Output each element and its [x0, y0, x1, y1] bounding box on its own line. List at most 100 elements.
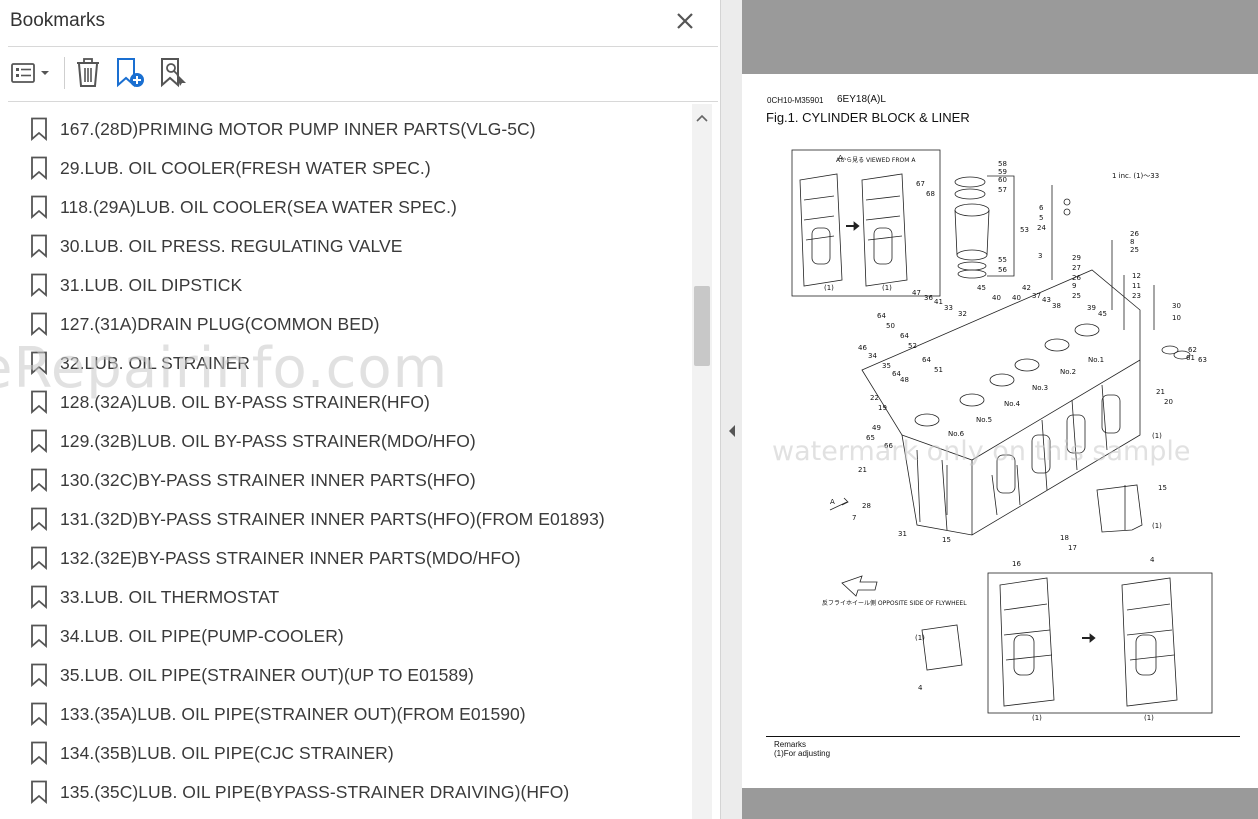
svg-text:40: 40	[992, 294, 1001, 302]
bookmark-item[interactable]: 134.(35B)LUB. OIL PIPE(CJC STRAINER)	[0, 734, 690, 773]
svg-text:36: 36	[924, 294, 933, 302]
svg-text:11: 11	[1132, 282, 1141, 290]
svg-text:29: 29	[1072, 254, 1081, 262]
svg-text:No.1: No.1	[1088, 356, 1104, 364]
bookmarks-toolbar	[0, 47, 720, 101]
svg-text:68: 68	[926, 190, 935, 198]
bookmark-label: 31.LUB. OIL DIPSTICK	[60, 275, 243, 295]
remarks-text: (1)For adjusting	[774, 749, 831, 758]
bookmark-item[interactable]: 167.(28D)PRIMING MOTOR PUMP INNER PARTS(…	[0, 110, 690, 149]
svg-text:17: 17	[1068, 544, 1077, 552]
svg-text:21: 21	[858, 466, 867, 474]
svg-text:37: 37	[1032, 292, 1041, 300]
list-options-icon[interactable]	[10, 57, 54, 89]
bookmark-icon	[31, 273, 47, 297]
svg-text:27: 27	[1072, 264, 1081, 272]
bookmark-scrollbar[interactable]	[692, 104, 712, 819]
bookmark-item[interactable]: 29.LUB. OIL COOLER(FRESH WATER SPEC.)	[0, 149, 690, 188]
svg-text:15: 15	[942, 536, 951, 544]
bookmark-label: 127.(31A)DRAIN PLUG(COMMON BED)	[60, 314, 380, 334]
svg-text:(1): (1)	[882, 284, 892, 292]
bookmark-item[interactable]: 35.LUB. OIL PIPE(STRAINER OUT)(UP TO E01…	[0, 656, 690, 695]
svg-text:42: 42	[1022, 284, 1031, 292]
scroll-up-icon[interactable]	[692, 108, 712, 128]
bookmark-label: 129.(32B)LUB. OIL BY-PASS STRAINER(MDO/H…	[60, 431, 476, 451]
close-icon[interactable]	[672, 8, 698, 34]
bookmark-item[interactable]: 130.(32C)BY-PASS STRAINER INNER PARTS(HF…	[0, 461, 690, 500]
svg-text:56: 56	[998, 266, 1007, 274]
svg-text:28: 28	[862, 502, 871, 510]
svg-text:20: 20	[1164, 398, 1173, 406]
svg-text:(1): (1)	[1152, 522, 1162, 530]
bookmark-icon	[31, 195, 47, 219]
svg-text:40: 40	[1012, 294, 1021, 302]
bookmark-icon	[31, 546, 47, 570]
svg-text:35: 35	[882, 362, 891, 370]
svg-text:3: 3	[1038, 252, 1042, 260]
bookmark-item[interactable]: 131.(32D)BY-PASS STRAINER INNER PARTS(HF…	[0, 500, 690, 539]
svg-text:(1): (1)	[1144, 714, 1154, 722]
svg-text:64: 64	[922, 356, 931, 364]
bookmark-label: 132.(32E)BY-PASS STRAINER INNER PARTS(MD…	[60, 548, 521, 568]
svg-text:64: 64	[900, 332, 909, 340]
bookmark-item[interactable]: 129.(32B)LUB. OIL BY-PASS STRAINER(MDO/H…	[0, 422, 690, 461]
bookmark-label: 29.LUB. OIL COOLER(FRESH WATER SPEC.)	[60, 158, 431, 178]
svg-text:7: 7	[852, 514, 856, 522]
svg-text:(1): (1)	[915, 634, 925, 642]
bookmark-item[interactable]: 135.(35C)LUB. OIL PIPE(BYPASS-STRAINER D…	[0, 773, 690, 812]
bookmark-item[interactable]: 31.LUB. OIL DIPSTICK	[0, 266, 690, 305]
svg-text:52: 52	[908, 342, 917, 350]
bookmark-label: 135.(35C)LUB. OIL PIPE(BYPASS-STRAINER D…	[60, 782, 570, 802]
svg-text:4: 4	[1150, 556, 1155, 564]
watermark-sample: watermark only on this sample	[772, 436, 1191, 467]
bookmark-icon	[31, 663, 47, 687]
svg-text:30: 30	[1172, 302, 1181, 310]
bookmark-icon	[31, 780, 47, 804]
bookmark-icon	[31, 702, 47, 726]
svg-text:22: 22	[870, 394, 879, 402]
svg-text:A: A	[830, 498, 835, 506]
bookmark-icon	[31, 741, 47, 765]
svg-text:53: 53	[1020, 226, 1029, 234]
viewed-from-label: Aから見る VIEWED FROM A	[836, 157, 916, 164]
bookmark-item[interactable]: 132.(32E)BY-PASS STRAINER INNER PARTS(MD…	[0, 539, 690, 578]
bookmark-label: 118.(29A)LUB. OIL COOLER(SEA WATER SPEC.…	[60, 197, 457, 217]
bookmark-item[interactable]: 118.(29A)LUB. OIL COOLER(SEA WATER SPEC.…	[0, 188, 690, 227]
svg-text:18: 18	[1060, 534, 1069, 542]
collapse-panel-icon[interactable]	[727, 424, 737, 438]
scroll-thumb[interactable]	[694, 286, 710, 366]
svg-text:No.3: No.3	[1032, 384, 1048, 392]
bookmark-icon	[31, 312, 47, 336]
svg-text:38: 38	[1052, 302, 1061, 310]
svg-text:67: 67	[916, 180, 925, 188]
find-bookmark-icon[interactable]	[158, 57, 190, 89]
svg-text:55: 55	[998, 256, 1007, 264]
svg-text:16: 16	[1012, 560, 1021, 568]
bookmark-item[interactable]: 33.LUB. OIL THERMOSTAT	[0, 578, 690, 617]
toolbar-divider	[64, 57, 65, 89]
svg-text:26: 26	[1130, 230, 1139, 238]
svg-text:(1): (1)	[1032, 714, 1042, 722]
bookmark-label: 30.LUB. OIL PRESS. REGULATING VALVE	[60, 236, 403, 256]
svg-text:(1): (1)	[824, 284, 834, 292]
cylinder-block-diagram: A 6768 (1) (1) 58596057 535556 65243 2927…	[791, 149, 1213, 722]
toolbar-bottom-divider	[8, 101, 718, 102]
bookmark-item[interactable]: 133.(35A)LUB. OIL PIPE(STRAINER OUT)(FRO…	[0, 695, 690, 734]
panel-splitter[interactable]	[720, 0, 742, 819]
bookmark-label: 35.LUB. OIL PIPE(STRAINER OUT)(UP TO E01…	[60, 665, 474, 685]
bookmark-label: 34.LUB. OIL PIPE(PUMP-COOLER)	[60, 626, 344, 646]
doc-code: 0CH10-M35901	[767, 96, 824, 105]
add-bookmark-icon[interactable]	[114, 57, 146, 89]
svg-text:4: 4	[918, 684, 923, 692]
trash-icon[interactable]	[74, 57, 102, 89]
svg-text:59: 59	[998, 168, 1007, 176]
svg-text:26: 26	[1072, 274, 1081, 282]
document-view[interactable]: 0CH10-M35901 6EY18(A)L Fig.1. CYLINDER B…	[742, 0, 1258, 819]
include-note: 1 inc. (1)～33	[1112, 172, 1159, 180]
bookmark-item[interactable]: 34.LUB. OIL PIPE(PUMP-COOLER)	[0, 617, 690, 656]
bookmark-item[interactable]: 30.LUB. OIL PRESS. REGULATING VALVE	[0, 227, 690, 266]
bookmark-label: 167.(28D)PRIMING MOTOR PUMP INNER PARTS(…	[60, 119, 536, 139]
svg-text:No.2: No.2	[1060, 368, 1076, 376]
bookmark-icon	[31, 468, 47, 492]
svg-text:12: 12	[1132, 272, 1141, 280]
